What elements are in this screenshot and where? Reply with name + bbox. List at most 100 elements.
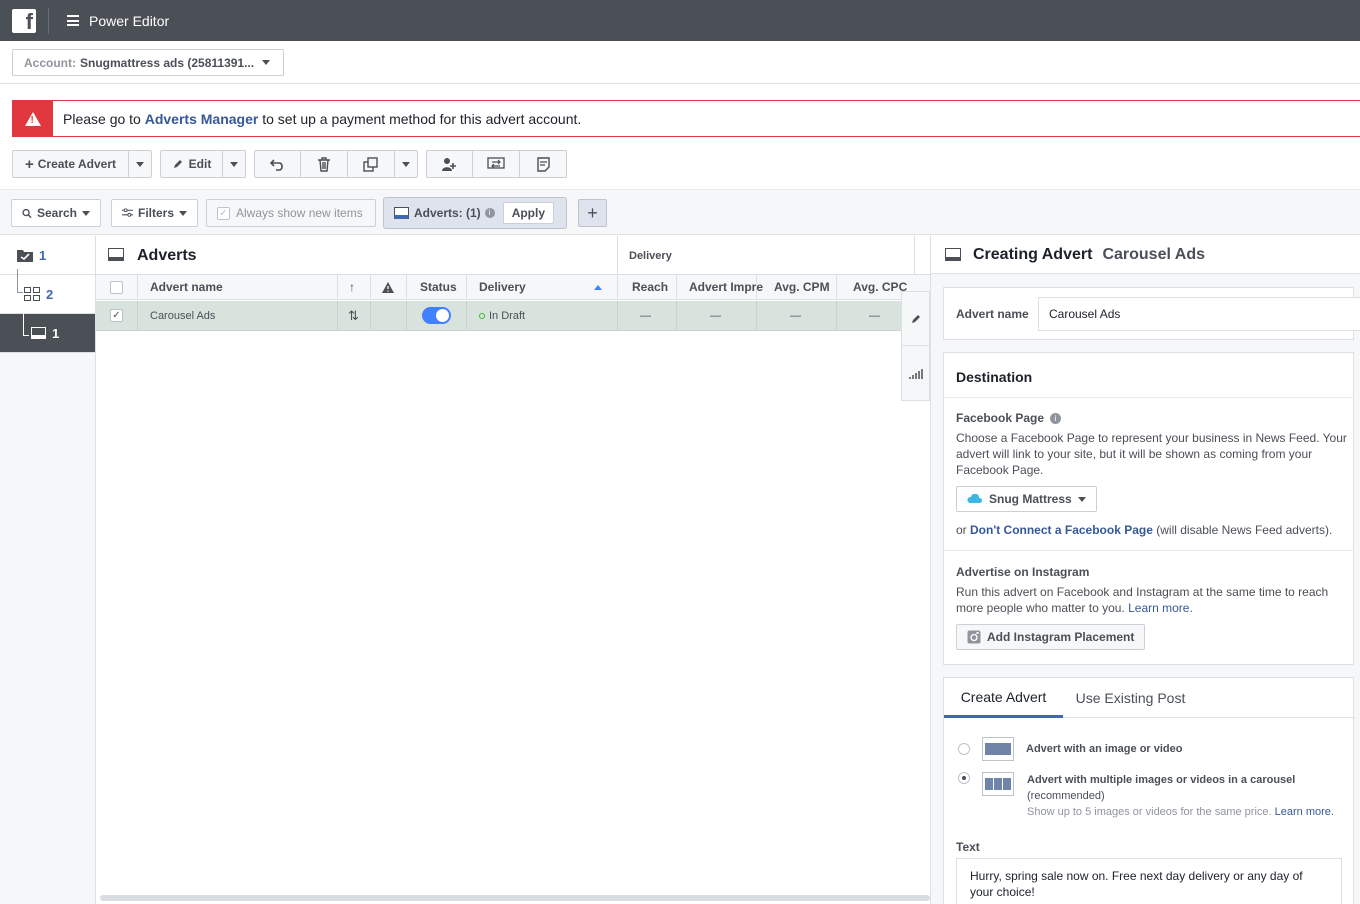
col-impressions[interactable]: Advert Impre bbox=[689, 275, 763, 299]
add-filter-button[interactable]: + bbox=[578, 199, 607, 227]
divider bbox=[914, 236, 915, 274]
carousel-icon bbox=[982, 772, 1014, 796]
facebook-page-selector[interactable]: Snug Mattress bbox=[956, 486, 1097, 512]
search-icon bbox=[22, 208, 32, 218]
col-cpm[interactable]: Avg. CPM bbox=[774, 275, 830, 299]
undo-button[interactable] bbox=[254, 150, 301, 178]
insights-panel-button[interactable] bbox=[902, 347, 929, 401]
table-row[interactable]: ✓ Carousel Ads ⇅ In Draft — — — — bbox=[96, 301, 901, 331]
edit-label: Edit bbox=[188, 157, 212, 171]
text-input[interactable]: Hurry, spring sale now on. Free next day… bbox=[956, 858, 1342, 904]
filters-label: Filters bbox=[137, 206, 174, 220]
delivery-value: In Draft bbox=[489, 309, 526, 322]
edit-button[interactable]: Edit bbox=[160, 150, 223, 178]
tab-existing-label: Use Existing Post bbox=[1075, 690, 1186, 706]
tab-create-advert[interactable]: Create Advert bbox=[944, 678, 1063, 718]
exchange-icon bbox=[487, 156, 505, 169]
divider bbox=[48, 7, 49, 34]
row-advert-name[interactable]: Carousel Ads bbox=[150, 301, 215, 330]
level-nav: 1 2 1 bbox=[0, 236, 96, 904]
instagram-learn-more-link[interactable]: Learn more. bbox=[1128, 601, 1193, 615]
arrow-up-icon[interactable]: ↑ bbox=[349, 275, 355, 299]
advert-name-value: Carousel Ads bbox=[1049, 307, 1121, 321]
dont-connect-link[interactable]: Don't Connect a Facebook Page bbox=[970, 523, 1153, 537]
col-delivery[interactable]: Delivery bbox=[479, 275, 526, 299]
row-cpc: — bbox=[869, 309, 880, 322]
chevron-down-icon bbox=[82, 210, 90, 216]
tab-use-existing-post[interactable]: Use Existing Post bbox=[1063, 678, 1198, 718]
horizontal-scrollbar[interactable] bbox=[100, 895, 930, 901]
tab-bar: Create Advert Use Existing Post bbox=[944, 678, 1355, 718]
divider bbox=[944, 550, 1355, 551]
account-label: Account: bbox=[24, 55, 76, 70]
select-all-checkbox[interactable] bbox=[110, 275, 123, 299]
audience-button[interactable] bbox=[426, 150, 473, 178]
adverts-manager-link[interactable]: Adverts Manager bbox=[145, 111, 259, 127]
compare-button[interactable] bbox=[473, 150, 520, 178]
chevron-down-icon bbox=[136, 161, 144, 167]
create-advert-button[interactable]: + Create Advert bbox=[12, 150, 129, 178]
nav-campaigns[interactable]: 1 bbox=[0, 236, 95, 275]
nav-adsets[interactable]: 2 bbox=[0, 269, 95, 314]
table-title: Adverts bbox=[137, 247, 197, 264]
warning-icon[interactable] bbox=[382, 275, 394, 299]
instagram-button-label: Add Instagram Placement bbox=[987, 630, 1135, 644]
adverts-filter-pill[interactable]: Adverts: (1) i Apply bbox=[383, 197, 567, 229]
payment-alert: ! Please go to Adverts Manager to set up… bbox=[12, 100, 1360, 137]
facebook-logo-icon[interactable]: f bbox=[12, 8, 36, 34]
apply-button[interactable]: Apply bbox=[502, 202, 555, 224]
plus-icon: + bbox=[24, 155, 34, 173]
info-icon[interactable]: i bbox=[484, 208, 495, 218]
col-status[interactable]: Status bbox=[420, 275, 457, 299]
info-icon[interactable]: i bbox=[1050, 412, 1062, 424]
chevron-down-icon bbox=[1077, 496, 1086, 502]
notes-button[interactable] bbox=[520, 150, 567, 178]
pencil-icon bbox=[911, 314, 920, 323]
divider bbox=[617, 236, 618, 274]
chevron-down-icon bbox=[262, 60, 271, 65]
single-image-radio[interactable] bbox=[958, 743, 970, 755]
edit-panel-button[interactable] bbox=[902, 292, 929, 346]
delete-button[interactable] bbox=[301, 150, 348, 178]
menu-icon[interactable] bbox=[67, 15, 79, 26]
advert-name-label: Advert name bbox=[956, 307, 1029, 321]
create-advert-dropdown[interactable] bbox=[129, 150, 152, 178]
delivery-group-label: Delivery bbox=[629, 250, 672, 262]
advert-name-input[interactable]: Carousel Ads bbox=[1038, 297, 1360, 331]
search-button[interactable]: Search bbox=[11, 199, 101, 227]
always-show-toggle[interactable]: ✓ Always show new items bbox=[206, 199, 376, 227]
edit-dropdown[interactable] bbox=[223, 150, 246, 178]
chevron-down-icon bbox=[230, 161, 238, 167]
text-value: Hurry, spring sale now on. Free next day… bbox=[970, 869, 1303, 899]
nav-adverts[interactable]: 1 bbox=[0, 312, 95, 353]
filters-button[interactable]: Filters bbox=[111, 199, 198, 227]
row-cpm: — bbox=[790, 309, 801, 322]
account-selector[interactable]: Account: Snugmattress ads (25811391... bbox=[12, 49, 284, 76]
tab-create-label: Create Advert bbox=[960, 688, 1047, 705]
filter-icon bbox=[122, 208, 133, 217]
app-title: Power Editor bbox=[89, 12, 170, 29]
drag-handle-icon[interactable]: ⇅ bbox=[348, 301, 359, 330]
sort-ascending-icon[interactable] bbox=[594, 275, 602, 299]
grid-icon bbox=[24, 287, 40, 301]
col-reach[interactable]: Reach bbox=[632, 275, 668, 299]
carousel-radio[interactable] bbox=[958, 772, 970, 784]
account-value: Snugmattress ads (25811391... bbox=[80, 55, 255, 70]
panel-heading: Creating Advert bbox=[973, 245, 1093, 263]
row-checkbox[interactable]: ✓ bbox=[110, 301, 123, 330]
column-headers: Advert name ↑ Status Delivery Reach Adve… bbox=[96, 275, 930, 300]
status-toggle[interactable] bbox=[422, 301, 451, 330]
pencil-icon bbox=[173, 160, 182, 168]
text-label: Text bbox=[956, 840, 980, 854]
col-advert-name[interactable]: Advert name bbox=[150, 275, 223, 299]
duplicate-dropdown[interactable] bbox=[395, 150, 418, 178]
single-image-option[interactable]: Advert with an image or video bbox=[958, 737, 1182, 761]
instagram-help-row: Run this advert on Facebook and Instagra… bbox=[956, 584, 1348, 616]
carousel-learn-more-link[interactable]: Learn more. bbox=[1275, 806, 1334, 818]
add-instagram-placement-button[interactable]: Add Instagram Placement bbox=[956, 624, 1146, 650]
note-icon bbox=[536, 156, 550, 172]
col-cpc[interactable]: Avg. CPC bbox=[853, 275, 907, 299]
single-image-label: Advert with an image or video bbox=[1026, 743, 1183, 755]
duplicate-button[interactable] bbox=[348, 150, 395, 178]
page-button-label: Snug Mattress bbox=[989, 492, 1072, 506]
